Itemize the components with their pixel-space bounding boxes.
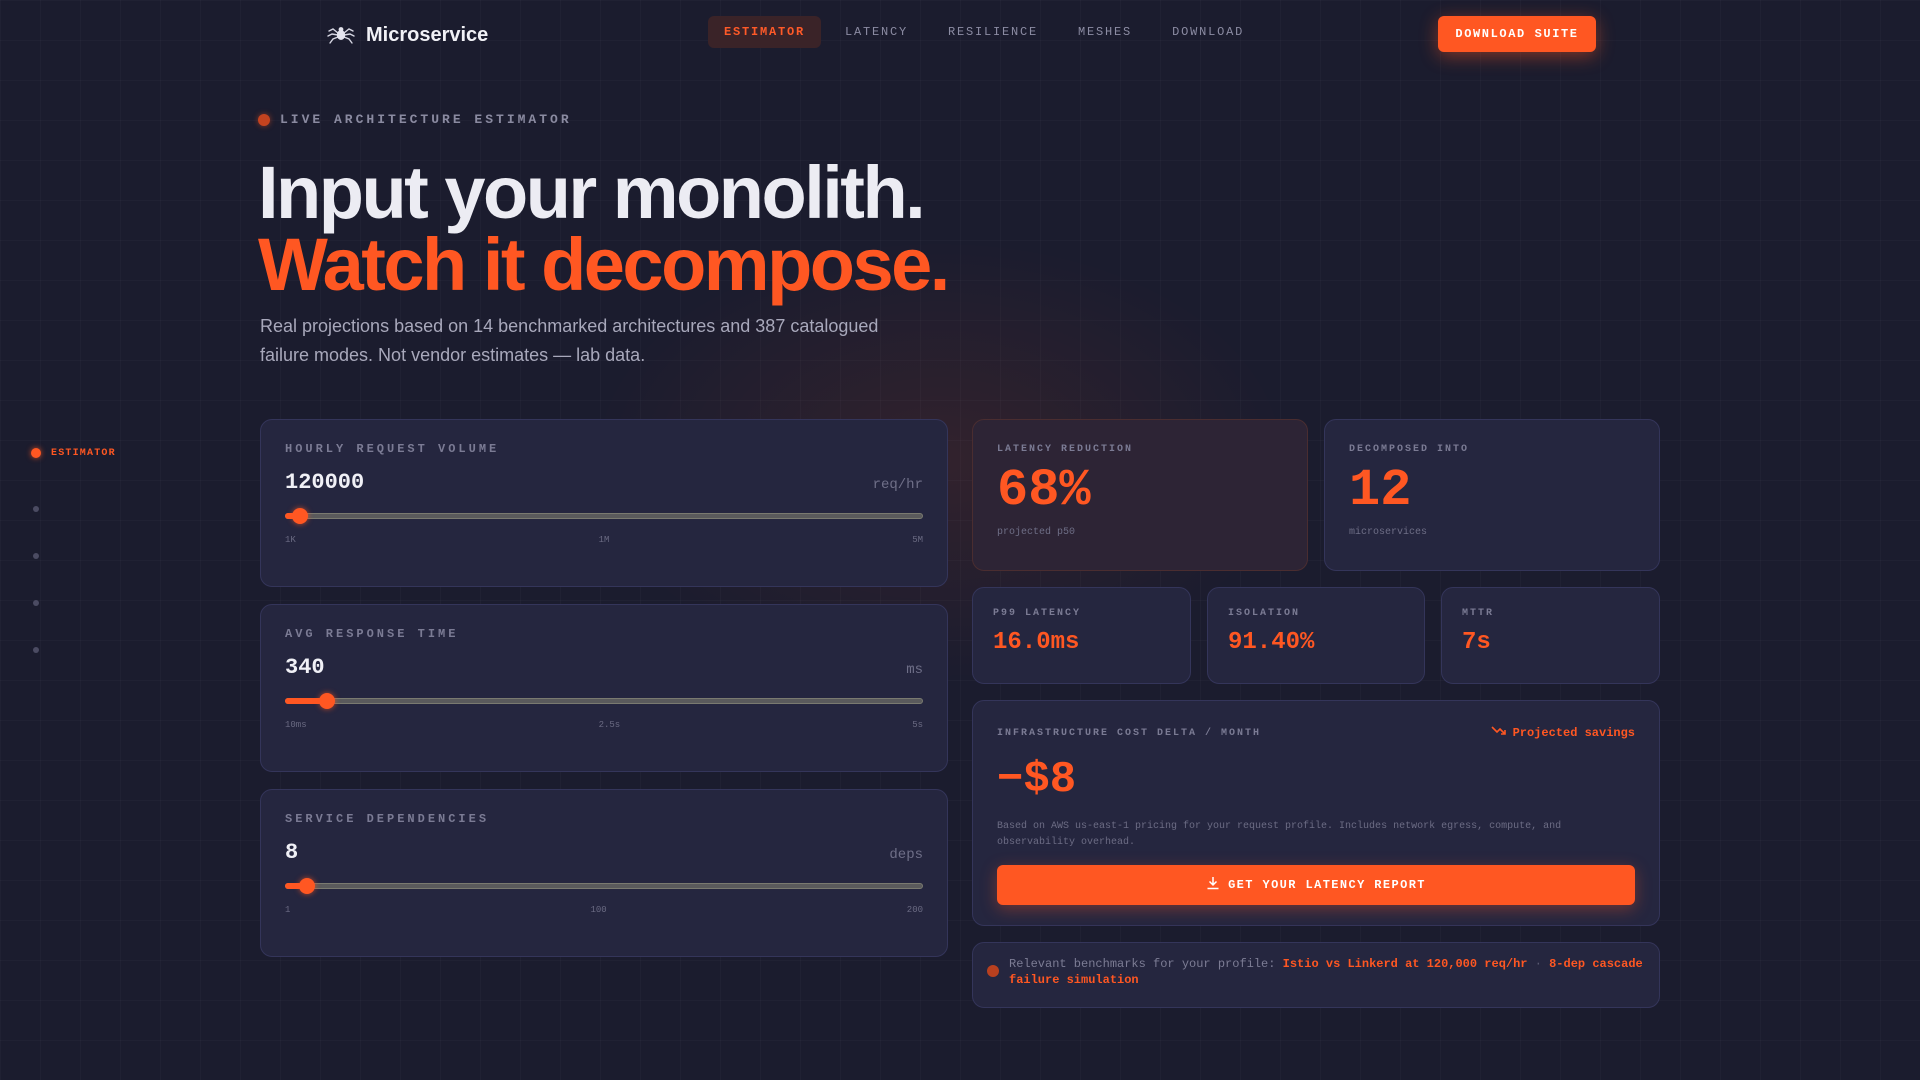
slider-label: HOURLY REQUEST VOLUME: [285, 442, 500, 456]
stat-label: ISOLATION: [1228, 608, 1301, 619]
response-time-slider[interactable]: [285, 693, 923, 709]
slider-thumb[interactable]: [319, 693, 336, 709]
tick-label-min: 1K: [285, 535, 296, 545]
brand[interactable]: Microservice: [326, 20, 488, 50]
side-nav-item-4[interactable]: [30, 579, 116, 626]
get-latency-report-button[interactable]: GET YOUR LATENCY REPORT: [997, 865, 1635, 905]
latency-reduction-card: LATENCY REDUCTION 68% projected p50: [972, 419, 1308, 571]
benchmarks-card: Relevant benchmarks for your profile: Is…: [972, 942, 1660, 1008]
stat-label: MTTR: [1462, 608, 1495, 619]
mttr-card: MTTR 7s: [1441, 587, 1660, 684]
dot-icon: [33, 552, 39, 559]
slider-label: AVG RESPONSE TIME: [285, 627, 459, 641]
slider-unit: ms: [906, 662, 923, 678]
tick-label-max: 200: [906, 905, 923, 915]
dot-icon: [33, 646, 39, 653]
isolation-card: ISOLATION 91.40%: [1207, 587, 1425, 684]
cost-note: Based on AWS us-east-1 pricing for your …: [997, 821, 1562, 848]
slider-label: SERVICE DEPENDENCIES: [285, 812, 490, 826]
active-dot-icon: [31, 448, 41, 458]
side-nav-item-2[interactable]: [30, 485, 116, 532]
projected-savings-badge: Projected savings: [1491, 725, 1635, 741]
cost-label: INFRASTRUCTURE COST DELTA / MONTH: [997, 727, 1262, 739]
slider-value: 8: [285, 840, 299, 865]
benchmarks-text: Relevant benchmarks for your profile: Is…: [1009, 956, 1645, 988]
hero-eyebrow: LIVE ARCHITECTURE ESTIMATOR: [258, 112, 572, 127]
tick-label-max: 5M: [912, 535, 923, 545]
side-nav-item-3[interactable]: [30, 532, 116, 579]
decomposed-card: DECOMPOSED INTO 12 microservices: [1324, 419, 1660, 571]
slider-value: 340: [285, 655, 325, 680]
slider-unit: deps: [889, 847, 923, 863]
download-suite-button[interactable]: DOWNLOAD SUITE: [1438, 16, 1596, 52]
decomposed-value: 12: [1349, 461, 1412, 520]
live-indicator-dot-icon: [258, 113, 270, 126]
tick-label-min: 1: [285, 905, 291, 915]
tick-label-mid: 100: [590, 905, 607, 915]
isolation-value: 91.40%: [1228, 629, 1315, 656]
nav-link-latency[interactable]: LATENCY: [829, 16, 924, 48]
spider-logo-icon: [326, 20, 356, 50]
dependencies-card: SERVICE DEPENDENCIES 8 deps 1 100 200: [260, 789, 948, 957]
request-volume-card: HOURLY REQUEST VOLUME 120000 req/hr 1K 1…: [260, 419, 948, 587]
dot-icon: [33, 505, 39, 512]
benchmark-dot-icon: [987, 965, 999, 977]
request-volume-slider[interactable]: [285, 508, 923, 524]
nav-link-resilience[interactable]: RESILIENCE: [932, 16, 1054, 48]
slider-unit: req/hr: [872, 477, 923, 493]
trending-down-icon: [1491, 725, 1507, 741]
benchmark-link-istio-linkerd[interactable]: Istio vs Linkerd at 120,000 req/hr: [1283, 957, 1528, 971]
dependencies-slider[interactable]: [285, 878, 923, 894]
slider-track: [285, 513, 923, 519]
slider-thumb[interactable]: [291, 508, 308, 524]
stat-note: projected p50: [997, 527, 1076, 538]
slider-track: [285, 883, 923, 889]
stat-note: microservices: [1349, 527, 1428, 538]
side-nav-item-5[interactable]: [30, 626, 116, 673]
eyebrow-label: LIVE ARCHITECTURE ESTIMATOR: [280, 112, 572, 127]
nav-link-estimator[interactable]: ESTIMATOR: [708, 16, 822, 48]
report-button-label: GET YOUR LATENCY REPORT: [1228, 878, 1426, 892]
hero-subtitle: Real projections based on 14 benchmarked…: [260, 316, 879, 365]
benchmarks-prefix: Relevant benchmarks for your profile:: [1009, 957, 1276, 971]
brand-name: Microservice: [366, 23, 489, 46]
mttr-value: 7s: [1462, 629, 1491, 656]
main-nav: ESTIMATOR LATENCY RESILIENCE MESHES DOWN…: [708, 16, 1260, 48]
slider-value: 120000: [285, 470, 365, 495]
stat-label: P99 LATENCY: [993, 608, 1082, 619]
cost-delta-card: INFRASTRUCTURE COST DELTA / MONTH Projec…: [972, 700, 1660, 926]
download-icon: [1206, 876, 1220, 894]
side-nav-label: ESTIMATOR: [51, 447, 116, 459]
benchmarks-separator: ·: [1534, 957, 1542, 971]
side-nav-item-estimator[interactable]: ESTIMATOR: [30, 438, 116, 468]
stat-label: LATENCY REDUCTION: [997, 444, 1134, 455]
savings-label: Projected savings: [1512, 726, 1635, 740]
tick-label-mid: 2.5s: [598, 720, 621, 730]
slider-track: [285, 698, 923, 704]
tick-label-mid: 1M: [598, 535, 610, 545]
nav-link-meshes[interactable]: MESHES: [1062, 16, 1148, 48]
p99-latency-value: 16.0ms: [993, 629, 1080, 656]
p99-latency-card: P99 LATENCY 16.0ms: [972, 587, 1191, 684]
cost-delta-value: −$8: [997, 755, 1077, 805]
tick-label-max: 5s: [912, 720, 923, 730]
stat-label: DECOMPOSED INTO: [1349, 444, 1470, 455]
latency-reduction-value: 68%: [997, 461, 1091, 520]
top-navbar: Microservice ESTIMATOR LATENCY RESILIENC…: [0, 0, 1920, 68]
response-time-card: AVG RESPONSE TIME 340 ms 10ms 2.5s 5s: [260, 604, 948, 772]
dot-icon: [33, 599, 39, 606]
nav-link-download[interactable]: DOWNLOAD: [1156, 16, 1260, 48]
side-section-nav: ESTIMATOR: [30, 438, 116, 673]
headline-line-2: Watch it decompose.: [258, 223, 950, 306]
tick-label-min: 10ms: [285, 720, 307, 730]
slider-thumb[interactable]: [299, 878, 316, 894]
